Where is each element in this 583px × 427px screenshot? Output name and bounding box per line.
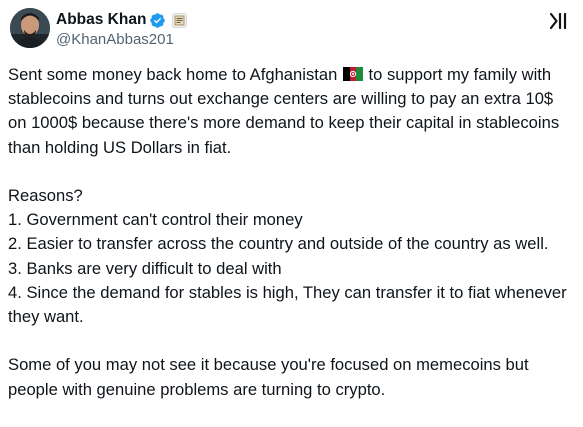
name-row: Abbas Khan bbox=[56, 10, 188, 30]
tweet-intro-text-start: Sent some money back home to Afghanistan bbox=[8, 65, 338, 84]
afghanistan-flag-icon bbox=[342, 65, 363, 81]
display-name[interactable]: Abbas Khan bbox=[56, 10, 146, 30]
reasons-heading: Reasons? bbox=[8, 186, 83, 205]
grok-icon[interactable] bbox=[547, 10, 569, 32]
author-handle[interactable]: @KhanAbbas201 bbox=[56, 30, 174, 50]
tweet-text: Sent some money back home to Afghanistan… bbox=[8, 63, 576, 402]
affiliate-badge-icon[interactable] bbox=[172, 12, 188, 28]
avatar-image bbox=[10, 8, 50, 48]
tweet-paragraph-intro: Sent some money back home to Afghanistan… bbox=[8, 63, 576, 160]
avatar[interactable] bbox=[10, 8, 50, 48]
verified-badge-icon[interactable] bbox=[149, 12, 166, 29]
reason-item: 1. Government can't control their money bbox=[8, 210, 303, 230]
tweet-header: Abbas Khan @KhanAbbas201 bbox=[10, 8, 573, 52]
reason-item: 3. Banks are very difficult to deal with bbox=[8, 258, 282, 278]
reason-item: 4. Since the demand for stables is high,… bbox=[8, 282, 567, 327]
reason-item: 2. Easier to transfer across the country… bbox=[8, 234, 549, 254]
tweet-paragraph-closing: Some of you may not see it because you'r… bbox=[8, 355, 529, 399]
